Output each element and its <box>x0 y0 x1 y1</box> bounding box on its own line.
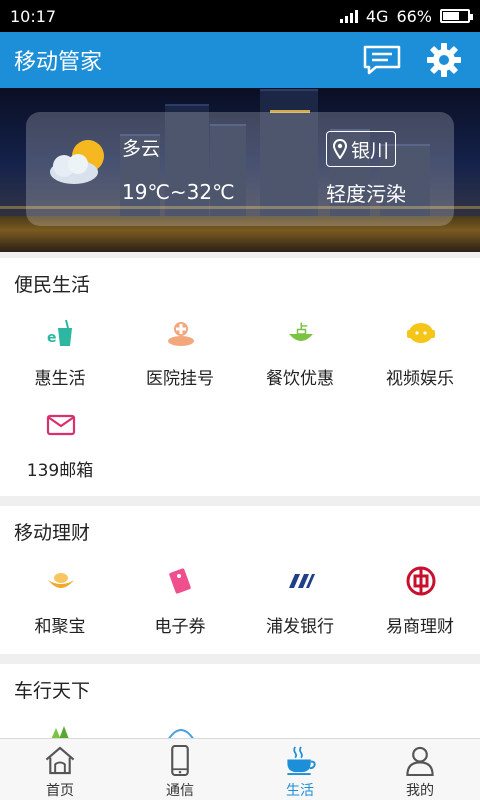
nav-label: 首页 <box>46 783 74 799</box>
section-travel: 车行天下 <box>0 664 480 738</box>
network-type: 4G <box>365 6 389 26</box>
mail-icon <box>46 414 76 436</box>
app-bar: 移动管家 <box>0 32 480 88</box>
city-selector[interactable]: 银川 <box>326 131 397 167</box>
signal-icon <box>339 9 358 23</box>
message-icon <box>363 45 401 75</box>
status-bar: 10:17 4G 66% <box>0 0 480 32</box>
phone-icon <box>171 745 189 776</box>
status-indicators: 4G 66% <box>339 6 473 26</box>
weather-condition: 多云 <box>122 138 161 160</box>
grid-item-hui-life[interactable]: e 惠生活 <box>0 318 120 398</box>
nav-communication[interactable]: 通信 <box>120 739 240 800</box>
boc-icon <box>406 566 436 596</box>
nav-mine[interactable]: 我的 <box>360 739 480 800</box>
location-pin-icon <box>333 139 347 159</box>
coupon-icon <box>169 568 191 594</box>
grid-item-label: 浦发银行 <box>266 617 334 637</box>
user-icon <box>406 746 434 776</box>
spd-bank-icon <box>289 574 315 588</box>
dining-icon: 占 <box>289 322 313 341</box>
grid-item-139-mail[interactable]: 139邮箱 <box>0 410 120 490</box>
bottom-nav: 首页 通信 生活 我的 <box>0 738 480 800</box>
grid-item-spd-bank[interactable]: 浦发银行 <box>240 566 360 646</box>
battery-icon <box>440 9 473 23</box>
settings-button[interactable] <box>422 38 466 82</box>
grid-item-yishang-finance[interactable]: 易商理财 <box>360 566 480 646</box>
svg-text:占: 占 <box>295 322 308 338</box>
grid-item-label: 139邮箱 <box>26 461 94 481</box>
app-title: 移动管家 <box>14 50 103 75</box>
nav-home[interactable]: 首页 <box>0 739 120 800</box>
drink-cup-icon: e <box>47 319 72 346</box>
gold-ingot-icon <box>48 573 74 588</box>
battery-percent: 66% <box>396 6 432 26</box>
grid-item-label: 餐饮优惠 <box>266 369 334 389</box>
air-quality: 轻度污染 <box>326 182 406 206</box>
grid-item-label: 和聚宝 <box>34 617 86 637</box>
city-name: 银川 <box>351 139 390 162</box>
cloudy-sun-icon <box>50 140 104 184</box>
grid-item-video[interactable]: 视频娱乐 <box>360 318 480 398</box>
nav-life[interactable]: 生活 <box>240 739 360 800</box>
grid-item-hospital[interactable]: 医院挂号 <box>120 318 240 398</box>
message-button[interactable] <box>360 38 404 82</box>
grid-item-hejubao[interactable]: 和聚宝 <box>0 566 120 646</box>
svg-text:e: e <box>47 330 57 346</box>
hospital-icon <box>168 322 194 346</box>
grid-item-dining[interactable]: 占 餐饮优惠 <box>240 318 360 398</box>
grid-item-label: 惠生活 <box>34 369 86 389</box>
section-finance: 移动理财 和聚宝 电子券 浦发银行 易商理财 <box>0 506 480 654</box>
grid-item-e-coupon[interactable]: 电子券 <box>120 566 240 646</box>
grid-item-label: 电子券 <box>154 617 206 637</box>
section-title: 便民生活 <box>14 274 91 296</box>
grid-item-travel-map[interactable] <box>0 722 120 738</box>
weather-banner[interactable]: 多云 19℃~32℃ <box>0 88 480 252</box>
nav-label: 我的 <box>406 783 434 799</box>
section-title: 车行天下 <box>14 680 91 702</box>
nav-label: 生活 <box>286 783 314 799</box>
weather-card <box>26 112 454 226</box>
home-icon <box>45 746 75 775</box>
coffee-icon <box>287 746 316 776</box>
weather-temperature: 19℃~32℃ <box>122 180 235 204</box>
map-location-icon <box>51 726 69 738</box>
section-convenience: 便民生活 e 惠生活 医院挂号 占 餐饮优惠 视频娱乐 139邮箱 <box>0 258 480 496</box>
section-title: 移动理财 <box>14 522 91 544</box>
gear-icon <box>427 43 461 77</box>
grid-item-label: 视频娱乐 <box>386 369 454 389</box>
grid-item-travel-weather[interactable] <box>120 722 240 738</box>
status-time: 10:17 <box>10 6 57 26</box>
grid-item-label: 易商理财 <box>386 617 454 637</box>
umbrella-icon <box>168 729 194 738</box>
nav-label: 通信 <box>166 783 194 799</box>
video-icon <box>407 323 435 343</box>
grid-item-label: 医院挂号 <box>146 369 214 389</box>
